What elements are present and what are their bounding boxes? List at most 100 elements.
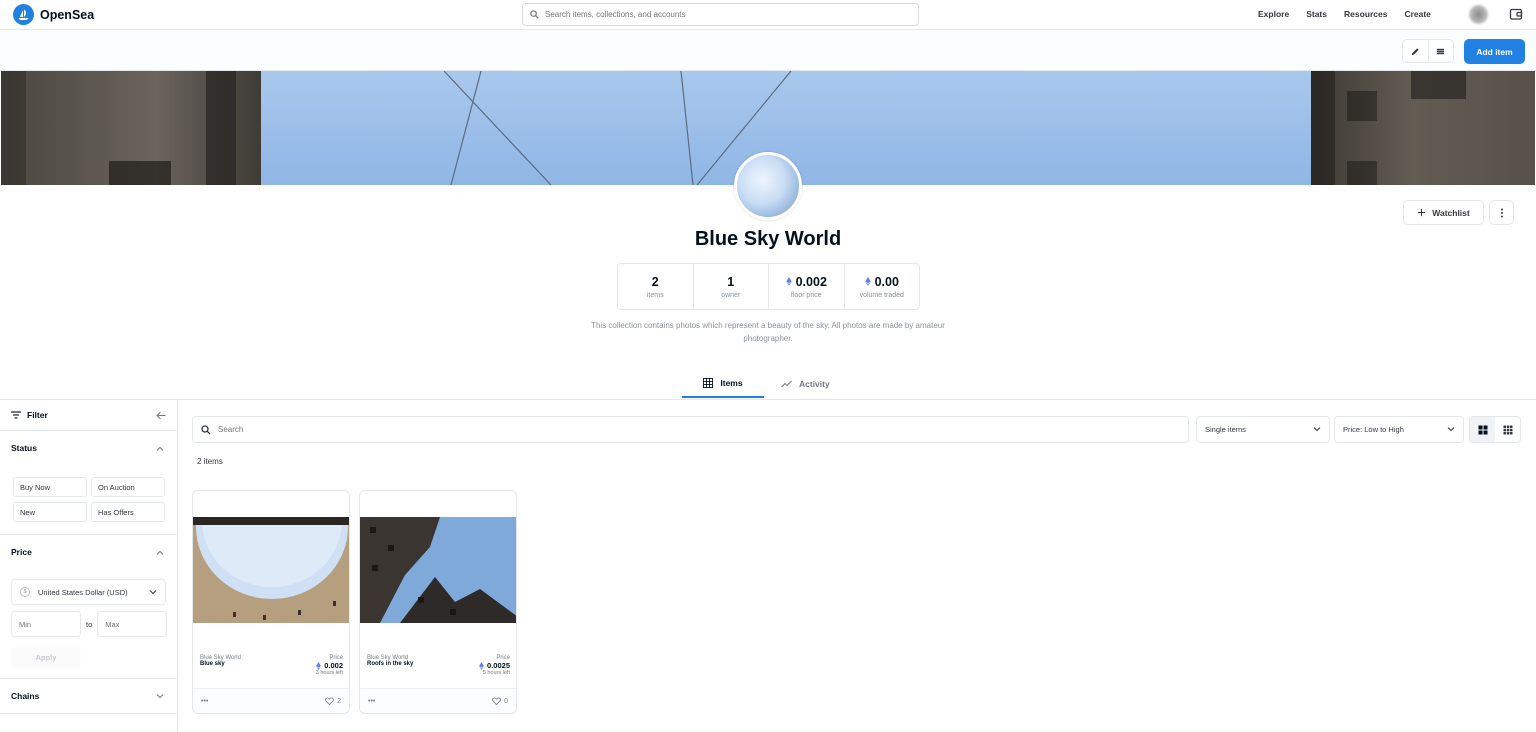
- collection-title: Blue Sky World: [694, 228, 842, 250]
- chains-section: Chains: [0, 679, 177, 714]
- like-count: 2: [337, 697, 341, 705]
- status-has-offers[interactable]: Has Offers: [91, 502, 165, 522]
- pencil-icon: [1411, 47, 1419, 55]
- status-new[interactable]: New: [13, 502, 87, 522]
- items-search[interactable]: [192, 416, 1189, 443]
- item-meta: Blue Sky World Price Blue sky 0.002 3 ho…: [200, 655, 343, 676]
- like-count: 0: [504, 697, 508, 705]
- user-avatar[interactable]: [1469, 5, 1488, 24]
- collection-stats: 2 items 1 owner 0.002 floor price 0.00 v…: [617, 263, 920, 310]
- apply-price-button[interactable]: Apply: [11, 647, 81, 668]
- watchlist-label: Watchlist: [1432, 207, 1470, 218]
- items-search-input[interactable]: [218, 425, 1118, 434]
- price-to-label: to: [86, 619, 93, 629]
- search-icon: [201, 424, 211, 434]
- status-title: Status: [11, 443, 37, 453]
- global-search[interactable]: [522, 3, 919, 26]
- top-navbar: OpenSea Explore Stats Resources Create: [0, 0, 1536, 30]
- eth-icon: [316, 661, 322, 670]
- status-buy-now[interactable]: Buy Now: [13, 477, 87, 497]
- price-max-input[interactable]: [97, 611, 168, 637]
- price-toggle[interactable]: Price: [0, 535, 177, 569]
- item-type-select[interactable]: Single items: [1196, 416, 1330, 443]
- status-toggle[interactable]: Status: [0, 431, 177, 465]
- like-button[interactable]: 2: [325, 697, 341, 705]
- stat-owners-value: 1: [727, 274, 735, 289]
- stat-owners-label: owner: [721, 291, 741, 299]
- edit-collection-button[interactable]: [1403, 40, 1428, 62]
- add-item-button[interactable]: Add item: [1464, 39, 1525, 64]
- collection-description: This collection contains photos which re…: [591, 321, 945, 343]
- grid-icon: [703, 378, 714, 388]
- item-name: Blue sky: [200, 661, 225, 667]
- filter-sidebar: Filter Status Buy Now On Auction New Has…: [0, 400, 178, 732]
- status-options: Buy Now On Auction New Has Offers: [0, 465, 177, 534]
- collection-tabs: Items Activity: [682, 370, 847, 400]
- item-card[interactable]: Blue Sky World Price Blue sky 0.002 3 ho…: [192, 490, 350, 714]
- stat-items-value: 2: [651, 274, 659, 289]
- chevron-down-icon: [149, 589, 157, 594]
- wallet-icon[interactable]: [1509, 7, 1523, 21]
- chevron-up-icon: [156, 550, 164, 555]
- small-grid-icon: [1503, 425, 1512, 434]
- item-price: 0.0025: [487, 661, 510, 670]
- eth-icon: [479, 661, 484, 670]
- chains-toggle[interactable]: Chains: [0, 679, 177, 713]
- view-toggle: [1469, 416, 1521, 443]
- global-search-input[interactable]: [545, 10, 885, 19]
- chevron-down-icon: [1313, 427, 1321, 432]
- like-button[interactable]: 0: [492, 697, 508, 705]
- owner-toolbar: Add item: [0, 30, 1536, 71]
- opensea-logo-icon: [13, 4, 34, 25]
- chains-title: Chains: [11, 691, 40, 701]
- currency-select[interactable]: $ United States Dollar (USD): [11, 579, 166, 605]
- stat-floor-price[interactable]: 0.002 floor price: [769, 264, 845, 309]
- item-footer: ••• 2: [193, 688, 349, 713]
- large-grid-button[interactable]: [1470, 417, 1495, 442]
- chevron-down-icon: [1447, 427, 1455, 432]
- nav-links: Explore Stats Resources Create: [1258, 9, 1448, 19]
- arrow-left-icon[interactable]: [156, 411, 166, 420]
- tab-activity[interactable]: Activity: [764, 370, 847, 398]
- currency-value: United States Dollar (USD): [38, 587, 128, 597]
- nav-create[interactable]: Create: [1404, 9, 1430, 19]
- list-view-button[interactable]: [1427, 40, 1453, 62]
- more-horizontal-icon[interactable]: •••: [201, 698, 208, 705]
- tab-items[interactable]: Items: [682, 370, 764, 398]
- stat-volume[interactable]: 0.00 volume traded: [845, 264, 920, 309]
- item-time-left: 3 hours left: [315, 670, 343, 676]
- filter-icon: [11, 411, 21, 419]
- item-time-left: 5 hours left: [482, 670, 510, 676]
- nav-explore[interactable]: Explore: [1258, 9, 1289, 19]
- item-card[interactable]: Blue Sky World Price Roofs in the sky 0.…: [359, 490, 517, 714]
- status-on-auction[interactable]: On Auction: [91, 477, 165, 497]
- item-footer: ••• 0: [360, 688, 516, 713]
- nav-stats[interactable]: Stats: [1306, 9, 1327, 19]
- small-grid-button[interactable]: [1495, 417, 1520, 442]
- watchlist-button[interactable]: Watchlist: [1403, 200, 1484, 225]
- heart-icon: [492, 697, 501, 705]
- price-range: to: [11, 611, 168, 637]
- price-title: Price: [11, 547, 32, 557]
- sort-value: Price: Low to High: [1343, 425, 1404, 434]
- opensea-logo[interactable]: OpenSea: [13, 4, 94, 25]
- sort-select[interactable]: Price: Low to High: [1334, 416, 1464, 443]
- nav-resources[interactable]: Resources: [1344, 9, 1387, 19]
- more-horizontal-icon[interactable]: •••: [368, 698, 375, 705]
- eth-icon: [864, 277, 871, 286]
- eth-icon: [785, 277, 792, 286]
- item-image: [193, 517, 349, 623]
- stat-volume-value: 0.00: [874, 274, 899, 289]
- dollar-icon: $: [20, 587, 30, 597]
- tabs-divider: [0, 399, 1536, 400]
- stat-items[interactable]: 2 items: [618, 264, 694, 309]
- tab-items-label: Items: [720, 378, 743, 388]
- items-count: 2 items: [197, 457, 223, 466]
- price-min-input[interactable]: [11, 611, 81, 637]
- more-options-button[interactable]: [1489, 200, 1514, 225]
- item-image: [360, 517, 516, 623]
- stat-owners[interactable]: 1 owner: [694, 264, 769, 309]
- filter-label: Filter: [27, 410, 48, 420]
- filter-header: Filter: [0, 400, 177, 431]
- edit-actions: [1402, 39, 1454, 63]
